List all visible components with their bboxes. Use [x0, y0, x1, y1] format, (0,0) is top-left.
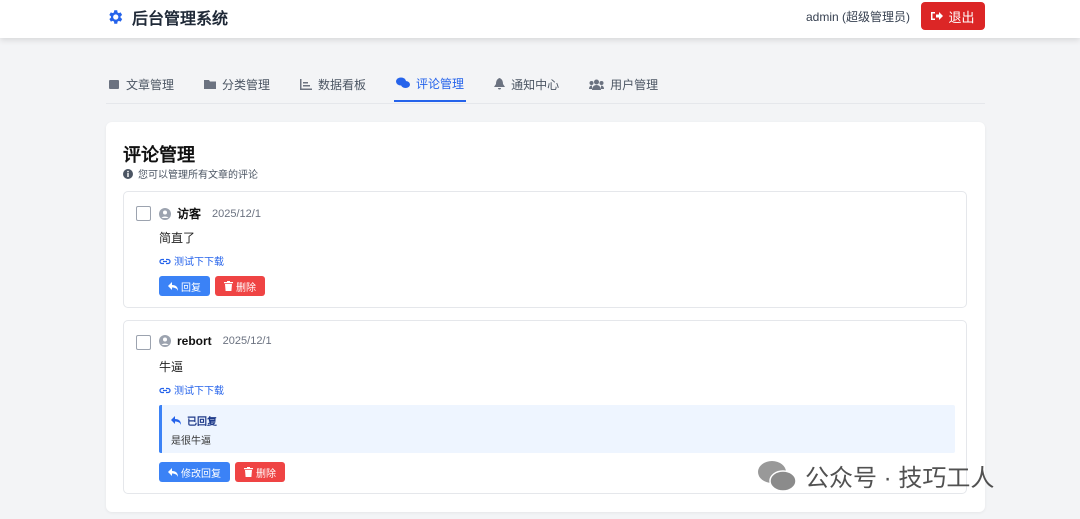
tab-comments[interactable]: 评论管理	[394, 66, 467, 102]
select-checkbox[interactable]	[136, 206, 151, 221]
trash-icon	[244, 467, 253, 477]
delete-button[interactable]: 删除	[235, 462, 285, 482]
replied-label: 已回复	[187, 417, 217, 428]
user-circle-icon	[159, 207, 171, 220]
link-icon	[159, 387, 171, 393]
reply-icon	[168, 281, 178, 291]
article-link[interactable]: 测试下下载	[159, 253, 224, 268]
comment-item: 访客 2025/12/1 简直了 测试下下载 回复 删除	[123, 191, 967, 308]
comment-content: 简直了	[159, 231, 196, 245]
comment-content: 牛逼	[159, 360, 184, 374]
page-subtitle: 您可以管理所有文章的评论	[123, 166, 258, 181]
folder-icon	[204, 79, 217, 89]
page-title: 评论管理	[123, 145, 195, 165]
info-icon	[123, 168, 133, 179]
users-icon	[589, 79, 605, 90]
comment-date: 2025/12/1	[212, 207, 261, 220]
edit-reply-button[interactable]: 修改回复	[159, 462, 230, 482]
reply-icon	[168, 467, 178, 477]
comment-author: rebort	[177, 334, 212, 348]
sign-out-icon	[931, 12, 944, 20]
tab-users[interactable]: 用户管理	[587, 66, 660, 102]
tab-articles[interactable]: 文章管理	[106, 66, 176, 102]
brand: 后台管理系统	[106, 5, 228, 29]
nav-tabs: 文章管理 分类管理 数据看板 评论管理 通知中心 用户管理	[106, 66, 985, 104]
delete-button[interactable]: 删除	[215, 276, 265, 296]
newspaper-icon	[109, 79, 119, 89]
reply-icon	[171, 416, 181, 425]
comment-date: 2025/12/1	[222, 335, 272, 347]
wechat-icon	[758, 460, 797, 492]
gear-icon	[109, 10, 123, 24]
select-checkbox[interactable]	[136, 335, 151, 350]
admin-reply: 已回复 是很牛逼	[159, 405, 955, 453]
watermark: 公众号 · 技巧工人	[757, 458, 994, 493]
trash-icon	[224, 281, 233, 291]
logout-button[interactable]: 退出	[921, 2, 985, 30]
bell-icon	[494, 78, 506, 90]
tab-categories[interactable]: 分类管理	[202, 66, 272, 102]
tab-notifications[interactable]: 通知中心	[492, 66, 561, 102]
reply-button[interactable]: 回复	[159, 276, 210, 296]
app-title: 后台管理系统	[132, 11, 229, 28]
article-link[interactable]: 测试下下载	[159, 382, 224, 397]
comments-icon	[396, 77, 411, 88]
chart-icon	[300, 78, 313, 90]
user-circle-icon	[159, 335, 171, 347]
comment-author: 访客	[177, 207, 202, 221]
comments-panel: 评论管理 您可以管理所有文章的评论 访客 2025/12/1 简直了 测试下下载 …	[106, 122, 985, 512]
tab-dashboard[interactable]: 数据看板	[298, 66, 368, 102]
link-icon	[159, 258, 171, 264]
current-user: admin (超级管理员)	[806, 10, 911, 24]
top-header: 后台管理系统 admin (超级管理员) 退出	[0, 0, 1080, 38]
reply-text: 是很牛逼	[171, 436, 211, 447]
